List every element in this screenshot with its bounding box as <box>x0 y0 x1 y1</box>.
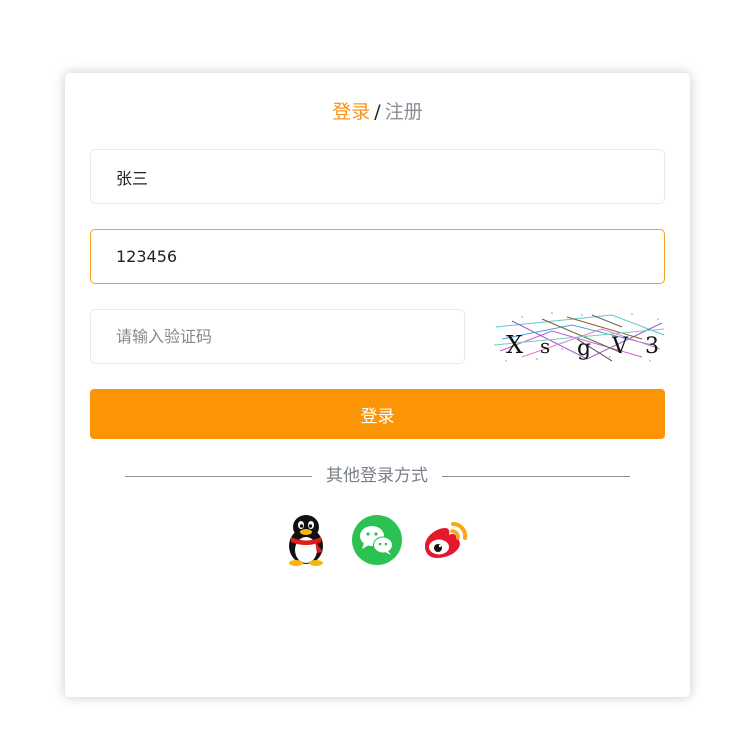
password-input[interactable] <box>90 229 665 284</box>
divider-line-right <box>442 476 630 477</box>
auth-tabs: 登录 / 注册 <box>65 100 690 124</box>
captcha-image[interactable]: X s g V 3 <box>492 309 665 364</box>
captcha-input[interactable] <box>90 309 465 364</box>
weibo-icon[interactable] <box>419 514 471 566</box>
other-login-label: 其他登录方式 <box>326 466 428 486</box>
wechat-icon[interactable] <box>351 514 403 566</box>
username-input[interactable] <box>90 149 665 204</box>
qq-icon[interactable] <box>285 514 327 566</box>
captcha-char: s <box>540 334 550 358</box>
login-card: 登录/注册 X s g V 3 <box>65 73 690 697</box>
captcha-char: X <box>506 331 523 359</box>
captcha-char: g <box>577 336 591 361</box>
captcha-char: V <box>611 334 629 359</box>
tab-login[interactable]: 登录 <box>332 101 370 123</box>
login-button[interactable]: 登录 <box>90 389 665 439</box>
divider-line-left <box>125 476 312 477</box>
other-login-divider: 其他登录方式 <box>125 465 630 487</box>
captcha-char: 3 <box>645 334 659 359</box>
tab-register[interactable]: 注册 <box>385 101 423 123</box>
tab-separator: / <box>374 101 381 123</box>
